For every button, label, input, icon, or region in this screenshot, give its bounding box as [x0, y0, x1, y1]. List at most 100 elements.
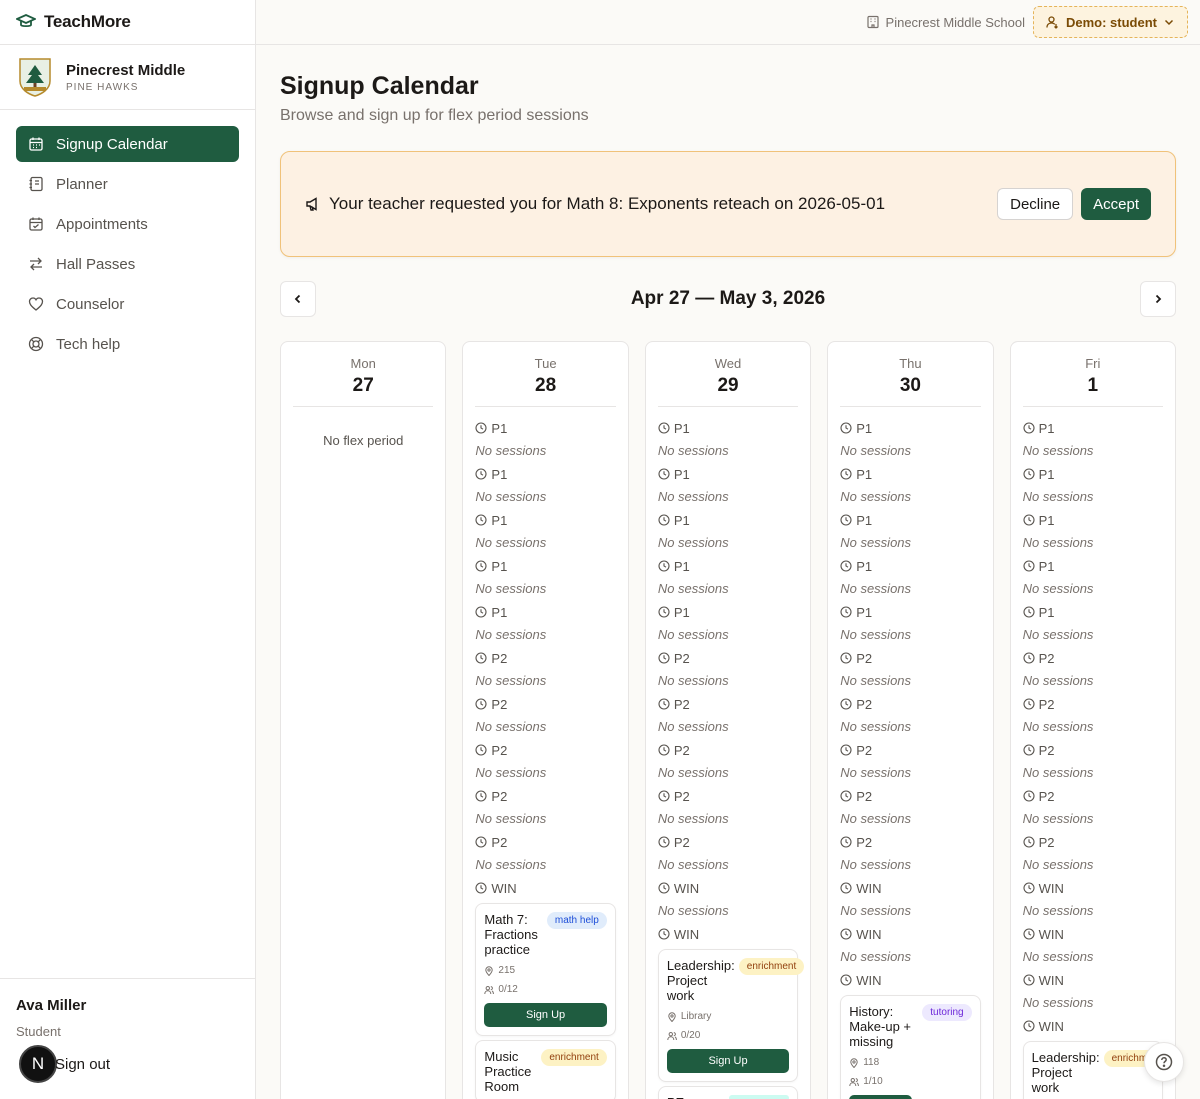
no-sessions-label: No sessions	[840, 580, 912, 596]
clock-icon	[658, 836, 670, 848]
period-name: P2	[856, 650, 873, 666]
clock-icon	[1023, 560, 1035, 572]
period-label: P1	[658, 463, 798, 485]
period-label: P1	[1023, 555, 1163, 577]
signout-button[interactable]: N Sign out	[16, 1045, 239, 1083]
period-label: P2	[658, 831, 798, 853]
no-sessions-label: No sessions	[840, 718, 912, 734]
session-card[interactable]: PE	[657, 1086, 799, 1099]
period-name: WIN	[673, 926, 700, 942]
session-title: Leadership: Project work	[1031, 1050, 1100, 1095]
period-name: P1	[1038, 512, 1055, 528]
sidebar-item-tech-help[interactable]: Tech help	[16, 326, 239, 362]
session-capacity: 0/12	[484, 984, 606, 995]
sidebar-item-planner[interactable]: Planner	[16, 166, 239, 202]
day-number: 28	[535, 375, 557, 396]
period-label: P1	[840, 463, 980, 485]
clock-icon	[1023, 836, 1035, 848]
day-header: Thu 30	[840, 342, 981, 407]
period-label: WIN	[475, 877, 615, 899]
clock-icon	[840, 836, 852, 848]
session-room: 118	[849, 1057, 971, 1068]
period-name: P1	[491, 420, 508, 436]
session-card[interactable]: Leadership: Project workenrichmentLibrar…	[657, 949, 805, 1082]
prev-week-button[interactable]	[280, 281, 316, 317]
clock-icon	[658, 698, 670, 710]
sidebar-item-signup-calendar[interactable]: Signup Calendar	[16, 126, 239, 162]
period-name: P1	[491, 512, 508, 528]
sidebar-item-label: Counselor	[56, 295, 125, 313]
clock-icon	[475, 468, 487, 480]
no-sessions-label: No sessions	[1022, 580, 1094, 596]
clock-icon	[1023, 1020, 1035, 1032]
slot-list: P1 No sessions P1 No sessions P1 No sessions P…	[1022, 407, 1170, 1099]
help-button[interactable]	[1144, 1042, 1184, 1082]
clock-icon	[840, 606, 852, 618]
no-sessions-label: No sessions	[1022, 626, 1094, 642]
sidebar-item-label: Hall Passes	[56, 255, 136, 273]
period-name: P2	[856, 788, 873, 804]
session-tag: enrichment	[738, 958, 805, 975]
clock-icon	[475, 836, 487, 848]
signed-up-button[interactable]: Signed Up	[849, 1095, 912, 1099]
period-name: P1	[673, 420, 690, 436]
clock-icon	[658, 652, 670, 664]
capacity-text: 1/10	[863, 1076, 883, 1087]
clock-icon	[1023, 744, 1035, 756]
clock-icon	[840, 974, 852, 986]
clock-icon	[475, 514, 487, 526]
sidebar-item-counselor[interactable]: Counselor	[16, 286, 239, 322]
clock-icon	[658, 882, 670, 894]
accept-button[interactable]: Accept	[1081, 188, 1151, 220]
period-name: WIN	[1038, 926, 1064, 942]
day-header: Fri 1	[1022, 342, 1164, 407]
no-sessions-label: No sessions	[475, 856, 547, 872]
page-title: Signup Calendar	[280, 72, 479, 100]
no-sessions-label: No sessions	[840, 948, 912, 964]
session-card[interactable]: Math 7: Fractions practice math help 215 0/…	[475, 903, 616, 1036]
no-sessions-label: No sessions	[1022, 672, 1094, 688]
period-label: WIN	[840, 923, 980, 945]
no-sessions-label: No sessions	[840, 856, 912, 872]
no-sessions-label: No sessions	[657, 534, 729, 550]
session-card[interactable]: History: Make-up + missing tutoring 118 1/1…	[840, 995, 981, 1099]
period-label: WIN	[658, 923, 798, 945]
day-name: Mon	[350, 356, 376, 371]
sidebar-item-hall-passes[interactable]: Hall Passes	[16, 246, 239, 282]
period-label: WIN	[1023, 877, 1163, 899]
period-name: P2	[491, 742, 508, 758]
brand[interactable]: TeachMore	[0, 0, 255, 45]
no-sessions-label: No sessions	[475, 580, 547, 596]
period-name: WIN	[856, 880, 882, 896]
session-card[interactable]: Leadership: Project workenrichmentLibrar…	[1022, 1041, 1170, 1099]
user-name: Ava Miller	[16, 997, 87, 1014]
session-card[interactable]: Music Practice Room enrichment	[475, 1040, 616, 1099]
avatar[interactable]: N	[19, 1045, 57, 1083]
period-label: P2	[475, 693, 615, 715]
chevron-left-icon	[294, 294, 301, 304]
period-label: P2	[840, 647, 980, 669]
period-name: WIN	[856, 926, 882, 942]
period-name: P2	[1038, 834, 1055, 850]
clock-icon	[658, 422, 670, 434]
demo-role-switcher[interactable]: Demo: student	[1033, 6, 1188, 38]
no-flex-label: No flex period	[323, 433, 404, 448]
sign-up-button[interactable]: Sign Up	[484, 1003, 607, 1027]
clock-icon	[1023, 652, 1035, 664]
period-label: P2	[1023, 693, 1163, 715]
sidebar-item-appointments[interactable]: Appointments	[16, 206, 239, 242]
no-sessions-label: No sessions	[1022, 810, 1094, 826]
period-name: P1	[1038, 420, 1055, 436]
day-name: Wed	[714, 356, 742, 371]
period-label: P1	[658, 417, 798, 439]
calendar-icon	[29, 137, 43, 151]
demo-label: Demo: student	[1066, 14, 1157, 30]
period-name: P1	[491, 466, 508, 482]
no-sessions-label: No sessions	[657, 672, 729, 688]
next-week-button[interactable]	[1139, 281, 1176, 317]
sign-up-button[interactable]: Sign Up	[666, 1049, 790, 1073]
school-name: Pinecrest Middle	[66, 61, 186, 79]
period-label: P2	[840, 739, 980, 761]
decline-button[interactable]: Decline	[997, 188, 1074, 220]
top-school-name: Pinecrest Middle School	[885, 14, 1025, 30]
